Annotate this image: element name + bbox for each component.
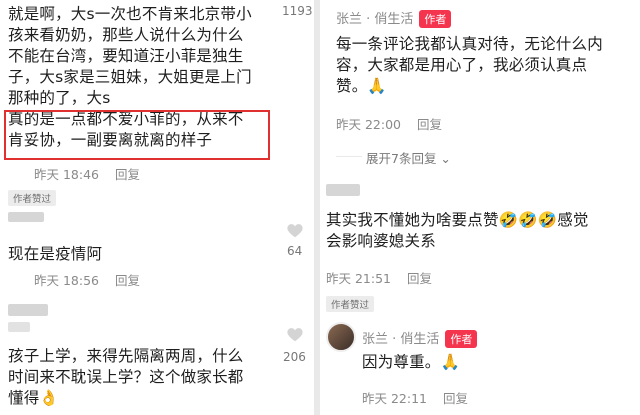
reply-button[interactable]: 回复: [417, 117, 442, 132]
reply-line: 赞。🙏: [336, 77, 387, 95]
comment-meta: 昨天 18:46 回复: [34, 164, 152, 183]
comment-meta: 昨天 18:56 回复: [34, 270, 152, 289]
like-count: 206: [283, 350, 306, 364]
reply-button[interactable]: 回复: [115, 273, 140, 288]
heart-icon[interactable]: [286, 222, 304, 238]
author-tag: 作者: [419, 10, 452, 28]
comment-line: 子，大s家是三姐妹，大姐更是上门: [8, 68, 252, 86]
comment-line: 时间来不耽误上学？这个做家长都: [8, 368, 244, 386]
blurred-username: [8, 304, 48, 316]
reply-button[interactable]: 回复: [407, 271, 432, 286]
comment-text: 其实我不懂她为啥要点赞🤣🤣🤣感觉 会影响婆媳关系: [326, 210, 589, 252]
comment-line: 不能在台湾，要知道汪小菲是独生: [8, 47, 244, 65]
expand-replies-button[interactable]: 展开7条回复 ⌄: [366, 148, 451, 167]
author-line: 张兰 · 俏生活 作者: [362, 328, 478, 348]
timestamp: 昨天 22:11: [362, 391, 427, 406]
author-line: 张兰 · 俏生活 作者: [336, 8, 452, 28]
separator-line: [336, 156, 362, 157]
right-screenshot-panel: 张兰 · 俏生活 作者 每一条评论我都认真对待，无论什么内 容，大家都是用心了，我…: [320, 0, 640, 415]
blurred-username: [326, 184, 360, 196]
blurred-username: [8, 322, 30, 332]
reply-line: 容，大家都是用心了，我必须认真点: [336, 56, 588, 74]
left-screenshot-panel: 就是啊，大s一次也不肯来北京带小 孩来看奶奶，那些人说什么为什么 不能在台湾，要…: [0, 0, 314, 415]
author-liked-badge: 作者赞过: [326, 296, 375, 312]
author-liked-badge: 作者赞过: [8, 190, 57, 206]
comment-line: 会影响婆媳关系: [326, 232, 436, 250]
reply-meta: 昨天 22:00 回复: [336, 114, 454, 133]
reply-text: 因为尊重。🙏: [362, 353, 460, 371]
comment-text: 现在是疫情阿: [8, 245, 103, 263]
comment-line: 孩来看奶奶，那些人说什么为什么: [8, 26, 244, 44]
blurred-username: [8, 212, 44, 222]
like-count: 1193: [282, 4, 313, 18]
author-name[interactable]: 张兰 · 俏生活: [362, 332, 439, 347]
comment-meta: 昨天 21:51 回复: [326, 268, 444, 287]
reply-meta: 昨天 22:11 回复: [362, 388, 480, 407]
heart-icon[interactable]: [286, 326, 304, 342]
avatar[interactable]: [326, 322, 356, 352]
timestamp: 昨天 21:51: [326, 271, 391, 286]
reply-button[interactable]: 回复: [443, 391, 468, 406]
comment-text: 孩子上学，来得先隔离两周，什么 时间来不耽误上学？这个做家长都 懂得👌: [8, 346, 244, 409]
comment-line: 就是啊，大s一次也不肯来北京带小: [8, 5, 252, 23]
reply-button[interactable]: 回复: [115, 167, 140, 182]
author-name[interactable]: 张兰 · 俏生活: [336, 12, 413, 27]
like-count: 64: [287, 244, 303, 258]
comment-line: 那种的了，大s: [8, 89, 111, 107]
reply-line: 每一条评论我都认真对待，无论什么内: [336, 35, 603, 53]
reply-text: 每一条评论我都认真对待，无论什么内 容，大家都是用心了，我必须认真点 赞。🙏: [336, 34, 603, 97]
red-highlight-box: [4, 110, 270, 160]
comment-line: 懂得👌: [8, 389, 59, 407]
comment-line: 孩子上学，来得先隔离两周，什么: [8, 347, 244, 365]
author-tag: 作者: [445, 330, 478, 348]
comment-line: 其实我不懂她为啥要点赞🤣🤣🤣感觉: [326, 211, 589, 229]
timestamp: 昨天 18:56: [34, 273, 99, 288]
timestamp: 昨天 18:46: [34, 167, 99, 182]
timestamp: 昨天 22:00: [336, 117, 401, 132]
